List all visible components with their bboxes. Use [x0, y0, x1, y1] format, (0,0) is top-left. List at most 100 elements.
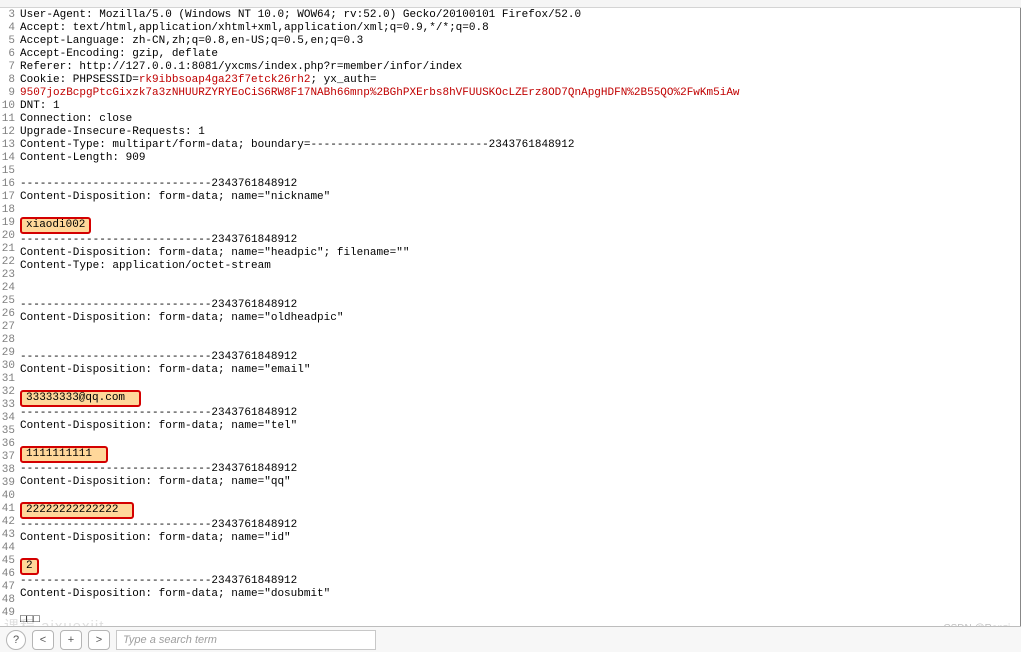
code-line[interactable] — [20, 377, 740, 390]
line-number: 40 — [0, 490, 15, 503]
line-number: 24 — [0, 282, 15, 295]
line-number: 32 — [0, 386, 15, 399]
code-line[interactable]: Connection: close — [20, 113, 740, 126]
code-line[interactable]: Content-Disposition: form-data; name="he… — [20, 247, 740, 260]
line-number: 4 — [0, 22, 15, 35]
code-line[interactable]: -----------------------------23437618489… — [20, 178, 740, 191]
code-line[interactable]: -----------------------------23437618489… — [20, 234, 740, 247]
code-line[interactable] — [20, 273, 740, 286]
code-line[interactable]: Content-Disposition: form-data; name="em… — [20, 364, 740, 377]
line-number: 14 — [0, 152, 15, 165]
line-number: 18 — [0, 204, 15, 217]
line-number: 26 — [0, 308, 15, 321]
code-line[interactable]: Cookie: PHPSESSID=rk9ibbsoap4ga23f7etck2… — [20, 74, 740, 87]
code-line[interactable]: -----------------------------23437618489… — [20, 575, 740, 588]
line-number: 16 — [0, 178, 15, 191]
code-line[interactable]: Content-Disposition: form-data; name="te… — [20, 420, 740, 433]
highlighted-value[interactable]: 33333333@qq.com — [20, 390, 141, 407]
code-line[interactable]: -----------------------------23437618489… — [20, 463, 740, 476]
line-number: 28 — [0, 334, 15, 347]
editor-pane[interactable]: 3456789101112131415161718192021222324252… — [0, 8, 1021, 626]
add-button[interactable]: + — [60, 630, 82, 650]
line-number: 31 — [0, 373, 15, 386]
code-line[interactable]: xiaodi002 — [20, 217, 740, 234]
line-number: 35 — [0, 425, 15, 438]
line-number-gutter: 3456789101112131415161718192021222324252… — [0, 8, 18, 620]
line-number: 41 — [0, 503, 15, 516]
code-line[interactable] — [20, 204, 740, 217]
line-number: 10 — [0, 100, 15, 113]
code-line[interactable]: User-Agent: Mozilla/5.0 (Windows NT 10.0… — [20, 9, 740, 22]
code-line[interactable] — [20, 433, 740, 446]
code-line[interactable]: -----------------------------23437618489… — [20, 519, 740, 532]
line-number: 47 — [0, 581, 15, 594]
line-number: 21 — [0, 243, 15, 256]
line-number: 45 — [0, 555, 15, 568]
code-line[interactable] — [20, 338, 740, 351]
line-number: 39 — [0, 477, 15, 490]
code-content[interactable]: User-Agent: Mozilla/5.0 (Windows NT 10.0… — [20, 8, 740, 626]
highlighted-value[interactable]: 2 — [20, 558, 39, 575]
code-line[interactable] — [20, 325, 740, 338]
code-line[interactable]: Accept: text/html,application/xhtml+xml,… — [20, 22, 740, 35]
next-button[interactable]: > — [88, 630, 110, 650]
code-line[interactable] — [20, 545, 740, 558]
line-number: 42 — [0, 516, 15, 529]
code-line[interactable]: Content-Disposition: form-data; name="id… — [20, 532, 740, 545]
highlighted-value[interactable]: xiaodi002 — [20, 217, 91, 234]
line-number: 6 — [0, 48, 15, 61]
code-line[interactable]: Content-Disposition: form-data; name="do… — [20, 588, 740, 601]
line-number: 23 — [0, 269, 15, 282]
line-number: 19 — [0, 217, 15, 230]
code-line[interactable]: Content-Disposition: form-data; name="ni… — [20, 191, 740, 204]
code-line[interactable]: -----------------------------23437618489… — [20, 351, 740, 364]
line-number: 33 — [0, 399, 15, 412]
code-line[interactable] — [20, 489, 740, 502]
line-number: 43 — [0, 529, 15, 542]
code-line[interactable]: Referer: http://127.0.0.1:8081/yxcms/ind… — [20, 61, 740, 74]
line-number: 37 — [0, 451, 15, 464]
line-number: 9 — [0, 87, 15, 100]
code-line[interactable]: 33333333@qq.com — [20, 390, 740, 407]
highlighted-value[interactable]: 1111111111 — [20, 446, 108, 463]
search-footer: ? < + > Type a search term — [0, 626, 1021, 652]
code-line[interactable]: Content-Type: multipart/form-data; bound… — [20, 139, 740, 152]
line-number: 5 — [0, 35, 15, 48]
line-number: 11 — [0, 113, 15, 126]
code-line[interactable]: 22222222222222 — [20, 502, 740, 519]
line-number: 20 — [0, 230, 15, 243]
code-line[interactable]: Upgrade-Insecure-Requests: 1 — [20, 126, 740, 139]
line-number: 17 — [0, 191, 15, 204]
code-line[interactable]: DNT: 1 — [20, 100, 740, 113]
code-line[interactable]: -----------------------------23437618489… — [20, 299, 740, 312]
prev-button[interactable]: < — [32, 630, 54, 650]
line-number: 15 — [0, 165, 15, 178]
code-line[interactable] — [20, 165, 740, 178]
code-line[interactable] — [20, 286, 740, 299]
highlighted-value[interactable]: 22222222222222 — [20, 502, 134, 519]
line-number: 8 — [0, 74, 15, 87]
code-line[interactable]: 1111111111 — [20, 446, 740, 463]
code-line[interactable]: Content-Disposition: form-data; name="qq… — [20, 476, 740, 489]
code-line[interactable]: Accept-Encoding: gzip, deflate — [20, 48, 740, 61]
line-number: 38 — [0, 464, 15, 477]
line-number: 25 — [0, 295, 15, 308]
line-number: 3 — [0, 9, 15, 22]
code-line[interactable]: Content-Length: 909 — [20, 152, 740, 165]
help-button[interactable]: ? — [6, 630, 26, 650]
line-number: 7 — [0, 61, 15, 74]
line-number: 36 — [0, 438, 15, 451]
code-line[interactable]: 9507jozBcpgPtcGixzk7a3zNHUURZYRYEoCiS6RW… — [20, 87, 740, 100]
code-line[interactable]: -----------------------------23437618489… — [20, 407, 740, 420]
line-number: 29 — [0, 347, 15, 360]
editor-toolbar — [0, 0, 1021, 8]
line-number: 46 — [0, 568, 15, 581]
code-line[interactable]: Content-Disposition: form-data; name="ol… — [20, 312, 740, 325]
code-line[interactable]: Accept-Language: zh-CN,zh;q=0.8,en-US;q=… — [20, 35, 740, 48]
code-line[interactable] — [20, 601, 740, 614]
line-number: 34 — [0, 412, 15, 425]
search-input[interactable]: Type a search term — [116, 630, 376, 650]
code-line[interactable]: 2 — [20, 558, 740, 575]
code-line[interactable]: Content-Type: application/octet-stream — [20, 260, 740, 273]
code-line[interactable]: □□□ — [20, 614, 740, 626]
